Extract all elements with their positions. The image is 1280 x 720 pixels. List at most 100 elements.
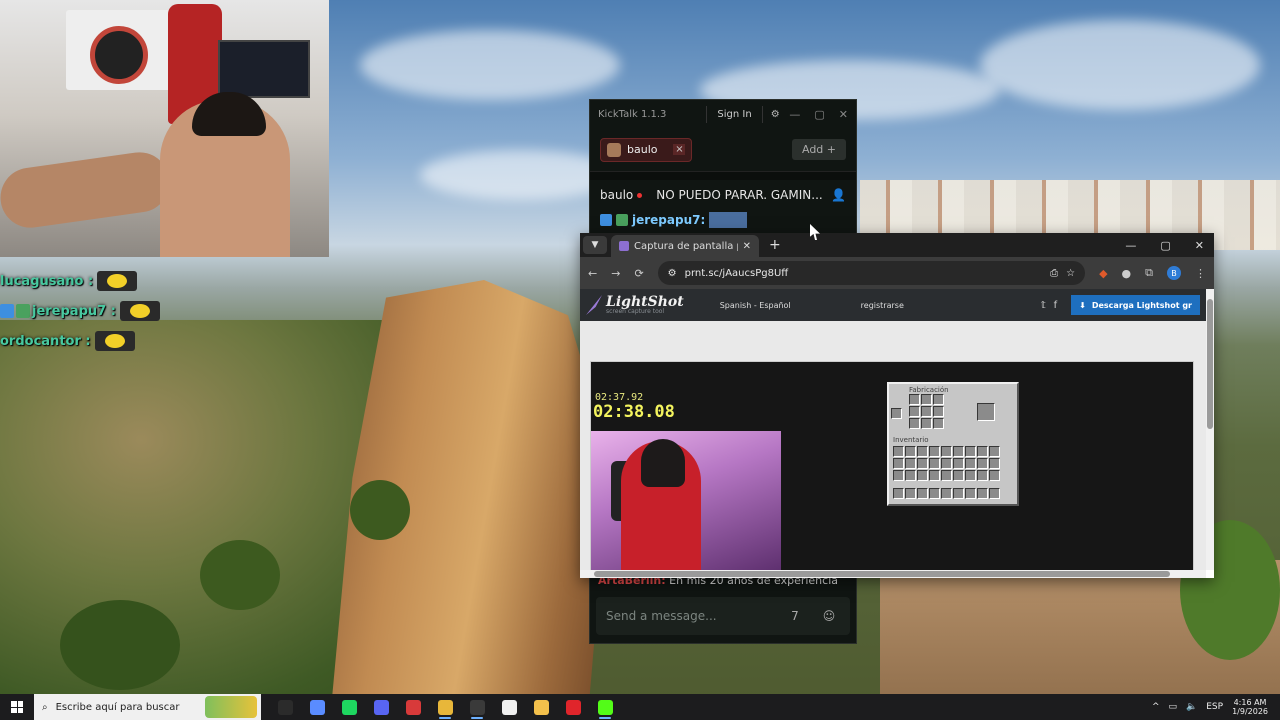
kick-icon[interactable] [589,694,621,720]
inventory-slot[interactable] [977,488,988,499]
7tv-icon[interactable]: 7 [784,605,806,627]
inventory-slot[interactable] [965,470,976,481]
volume-icon[interactable]: 🔈 [1186,702,1197,712]
minimize-button[interactable]: — [1125,239,1136,252]
task-view-icon[interactable] [269,694,301,720]
chevron-up-icon[interactable]: ^ [1152,702,1160,712]
install-app-icon[interactable]: ⎙ [1050,268,1058,279]
inventory-slot[interactable] [965,446,976,457]
inventory-slot[interactable] [933,394,944,405]
inventory-slot[interactable] [917,458,928,469]
extension-icon[interactable]: ● [1122,267,1132,280]
user-icon[interactable]: 👤 [831,188,846,202]
forward-button[interactable]: → [611,267,620,280]
extensions-puzzle-icon[interactable]: ⧉ [1145,266,1153,280]
inventory-slot[interactable] [953,446,964,457]
input-language[interactable]: ESP [1206,702,1223,712]
taskbar-search[interactable]: ⌕ Escribe aquí para buscar [34,694,261,720]
new-tab-button[interactable]: + [769,237,781,253]
crafting-output-slot[interactable] [977,403,995,421]
inventory-slot[interactable] [921,406,932,417]
back-button[interactable]: ← [588,267,597,280]
profile-avatar[interactable]: B [1167,266,1181,280]
inventory-slot[interactable] [917,488,928,499]
inventory-slot[interactable] [921,418,932,429]
close-button[interactable]: ✕ [1195,239,1204,252]
minimize-button[interactable]: — [789,108,800,121]
inventory-slot[interactable] [929,470,940,481]
inventory-slot[interactable] [953,488,964,499]
inventory-slot[interactable] [917,446,928,457]
copilot-icon[interactable] [301,694,333,720]
capcut-icon[interactable] [493,694,525,720]
inventory-slot[interactable] [989,446,1000,457]
opera-icon[interactable] [557,694,589,720]
inventory-slot[interactable] [891,408,902,419]
network-icon[interactable]: ▭ [1169,702,1178,712]
maximize-button[interactable]: ▢ [1160,239,1170,252]
inventory-slot[interactable] [929,446,940,457]
voice-app-icon[interactable] [397,694,429,720]
inventory-slot[interactable] [893,458,904,469]
inventory-slot[interactable] [893,488,904,499]
message-input[interactable]: Send a message... 7 ☺ [596,597,850,635]
inventory-slot[interactable] [989,458,1000,469]
extension-icon[interactable]: ◆ [1099,267,1107,280]
add-channel-button[interactable]: Add + [791,139,846,160]
language-select[interactable]: Spanish - Español [720,301,791,310]
inventory-slot[interactable] [953,458,964,469]
address-bar[interactable]: ⚙ prnt.sc/jAaucsPg8Uff ⎙ ☆ [657,261,1086,285]
download-button[interactable]: ⬇ Descarga Lightshot gr [1071,295,1200,315]
inventory-slot[interactable] [989,470,1000,481]
inventory-slot[interactable] [905,458,916,469]
register-link[interactable]: registrarse [861,301,904,310]
inventory-slot[interactable] [977,458,988,469]
inventory-slot[interactable] [965,458,976,469]
reload-button[interactable]: ⟳ [634,267,643,280]
inventory-slot[interactable] [941,458,952,469]
inventory-slot[interactable] [977,446,988,457]
inventory-slot[interactable] [905,470,916,481]
inventory-slot[interactable] [909,406,920,417]
browser-tab[interactable]: Captura de pantalla por Lightsh ✕ [611,235,759,257]
menu-dots-icon[interactable]: ⋮ [1195,267,1206,280]
inventory-slot[interactable] [941,446,952,457]
inventory-slot[interactable] [989,488,1000,499]
bookmark-star-icon[interactable]: ☆ [1066,268,1075,279]
inventory-slot[interactable] [909,418,920,429]
close-button[interactable]: ✕ [839,108,848,121]
close-tab-icon[interactable]: × [673,144,686,155]
sign-in-button[interactable]: Sign In [706,105,763,123]
inventory-slot[interactable] [929,488,940,499]
inventory-slot[interactable] [933,418,944,429]
emote-picker-icon[interactable]: ☺ [818,605,840,627]
site-info-icon[interactable]: ⚙ [668,268,677,279]
inventory-slot[interactable] [933,406,944,417]
discord-icon[interactable] [365,694,397,720]
inventory-slot[interactable] [977,470,988,481]
chat-username[interactable]: jerepapu7: [632,213,705,227]
tab-search-icon[interactable]: ▼ [583,236,607,254]
inventory-slot[interactable] [921,394,932,405]
inventory-slot[interactable] [905,488,916,499]
lightshot-logo[interactable]: LightShot screen capture tool [606,295,684,315]
inventory-slot[interactable] [965,488,976,499]
clock[interactable]: 4:16 AM 1/9/2026 [1232,698,1268,716]
close-tab-icon[interactable]: ✕ [743,241,751,252]
horizontal-scrollbar[interactable] [580,570,1206,578]
inventory-slot[interactable] [893,470,904,481]
maximize-button[interactable]: ▢ [814,108,824,121]
inventory-slot[interactable] [941,488,952,499]
channel-tab-baulo[interactable]: baulo × [600,137,693,162]
inventory-slot[interactable] [909,394,920,405]
inventory-slot[interactable] [905,446,916,457]
spotify-icon[interactable] [333,694,365,720]
inventory-slot[interactable] [953,470,964,481]
twitter-icon[interactable]: 𝕥 [1041,300,1046,311]
inventory-slot[interactable] [929,458,940,469]
inventory-slot[interactable] [941,470,952,481]
inventory-slot[interactable] [917,470,928,481]
facebook-icon[interactable]: f [1054,300,1058,311]
chrome-icon[interactable] [429,694,461,720]
settings-gear-icon[interactable]: ⚙ [771,109,780,120]
